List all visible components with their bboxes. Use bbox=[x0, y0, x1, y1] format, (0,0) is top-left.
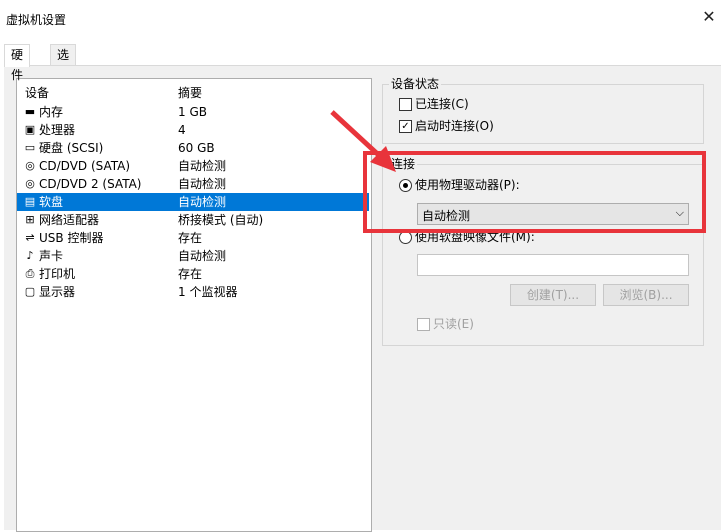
device-row[interactable]: ▢ 显示器 1 个监视器 bbox=[17, 283, 369, 301]
device-summary: 1 个监视器 bbox=[178, 285, 238, 299]
memory-icon: ▬ bbox=[24, 105, 36, 118]
device-row[interactable]: ▬ 内存 1 GB bbox=[17, 103, 369, 121]
title-bar: 虚拟机设置 ✕ bbox=[0, 0, 725, 38]
browse-button[interactable]: 浏览(B)... bbox=[603, 284, 689, 306]
close-icon[interactable]: ✕ bbox=[701, 9, 717, 25]
connected-checkbox[interactable] bbox=[399, 98, 412, 111]
device-row[interactable]: ▤ 软盘 自动检测 bbox=[17, 193, 369, 211]
device-row[interactable]: ◎ CD/DVD (SATA) 自动检测 bbox=[17, 157, 369, 175]
connect-on-startup-label[interactable]: 启动时连接(O) bbox=[415, 119, 494, 133]
device-row[interactable]: ▣ 处理器 4 bbox=[17, 121, 369, 139]
device-status-label: 设备状态 bbox=[389, 77, 442, 91]
device-name: 打印机 bbox=[39, 267, 76, 281]
device-name: 处理器 bbox=[39, 123, 76, 137]
device-summary: 自动检测 bbox=[178, 159, 227, 173]
floppy-icon: ▤ bbox=[24, 195, 36, 208]
device-summary: 自动检测 bbox=[178, 249, 227, 263]
cd-icon: ◎ bbox=[25, 159, 35, 172]
device-summary: 存在 bbox=[178, 267, 203, 281]
annotation-highlight-box bbox=[363, 151, 706, 233]
device-name: 软盘 bbox=[39, 195, 64, 209]
device-summary: 4 bbox=[178, 123, 186, 137]
create-button[interactable]: 创建(T)... bbox=[510, 284, 596, 306]
cd-icon: ◎ bbox=[25, 177, 35, 190]
connect-on-startup-checkbox[interactable]: ✓ bbox=[399, 120, 412, 133]
device-row[interactable]: ♪ 声卡 自动检测 bbox=[17, 247, 369, 265]
device-row[interactable]: ⊞ 网络适配器 桥接模式 (自动) bbox=[17, 211, 369, 229]
window-title: 虚拟机设置 bbox=[6, 13, 67, 27]
device-row[interactable]: ⇌ USB 控制器 存在 bbox=[17, 229, 369, 247]
device-summary: 自动检测 bbox=[178, 177, 227, 191]
network-icon: ⊞ bbox=[25, 213, 35, 226]
usb-icon: ⇌ bbox=[25, 231, 35, 244]
device-name: 网络适配器 bbox=[39, 213, 100, 227]
device-name: CD/DVD (SATA) bbox=[39, 159, 131, 173]
harddisk-icon: ▭ bbox=[24, 141, 36, 154]
readonly-checkbox[interactable] bbox=[417, 318, 430, 331]
device-name: 显示器 bbox=[39, 285, 76, 299]
device-summary: 存在 bbox=[178, 231, 203, 245]
tab-options[interactable]: 选项 bbox=[50, 44, 77, 82]
device-name: 硬盘 (SCSI) bbox=[39, 141, 104, 155]
device-name: 内存 bbox=[39, 105, 64, 119]
device-list-header: 设备 摘要 bbox=[17, 79, 371, 101]
device-summary: 60 GB bbox=[178, 141, 215, 155]
device-row[interactable]: ▭ 硬盘 (SCSI) 60 GB bbox=[17, 139, 369, 157]
display-icon: ▢ bbox=[24, 285, 36, 298]
device-column-header[interactable]: 设备 bbox=[25, 84, 49, 101]
printer-icon: ⎙ bbox=[25, 267, 35, 280]
tab-hardware[interactable]: 硬件 bbox=[4, 44, 31, 82]
device-summary: 桥接模式 (自动) bbox=[178, 213, 264, 227]
device-status-group: 设备状态 已连接(C) ✓ 启动时连接(O) bbox=[382, 77, 704, 144]
device-row[interactable]: ⎙ 打印机 存在 bbox=[17, 265, 369, 283]
sound-icon: ♪ bbox=[26, 249, 34, 262]
device-list[interactable]: 设备 摘要 ▬ 内存 1 GB ▣ 处理器 4 ▭ 硬盘 (SCSI) 60 GB ◎ CD/DVD… bbox=[16, 78, 372, 532]
device-summary: 自动检测 bbox=[178, 195, 227, 209]
device-name: USB 控制器 bbox=[39, 231, 104, 245]
readonly-label[interactable]: 只读(E) bbox=[433, 317, 474, 331]
summary-column-header[interactable]: 摘要 bbox=[178, 84, 202, 101]
device-name: 声卡 bbox=[39, 249, 64, 263]
processor-icon: ▣ bbox=[24, 123, 36, 136]
device-name: CD/DVD 2 (SATA) bbox=[39, 177, 142, 191]
connected-label[interactable]: 已连接(C) bbox=[415, 97, 469, 111]
device-row[interactable]: ◎ CD/DVD 2 (SATA) 自动检测 bbox=[17, 175, 369, 193]
device-summary: 1 GB bbox=[178, 105, 207, 119]
image-file-input[interactable] bbox=[417, 254, 689, 276]
